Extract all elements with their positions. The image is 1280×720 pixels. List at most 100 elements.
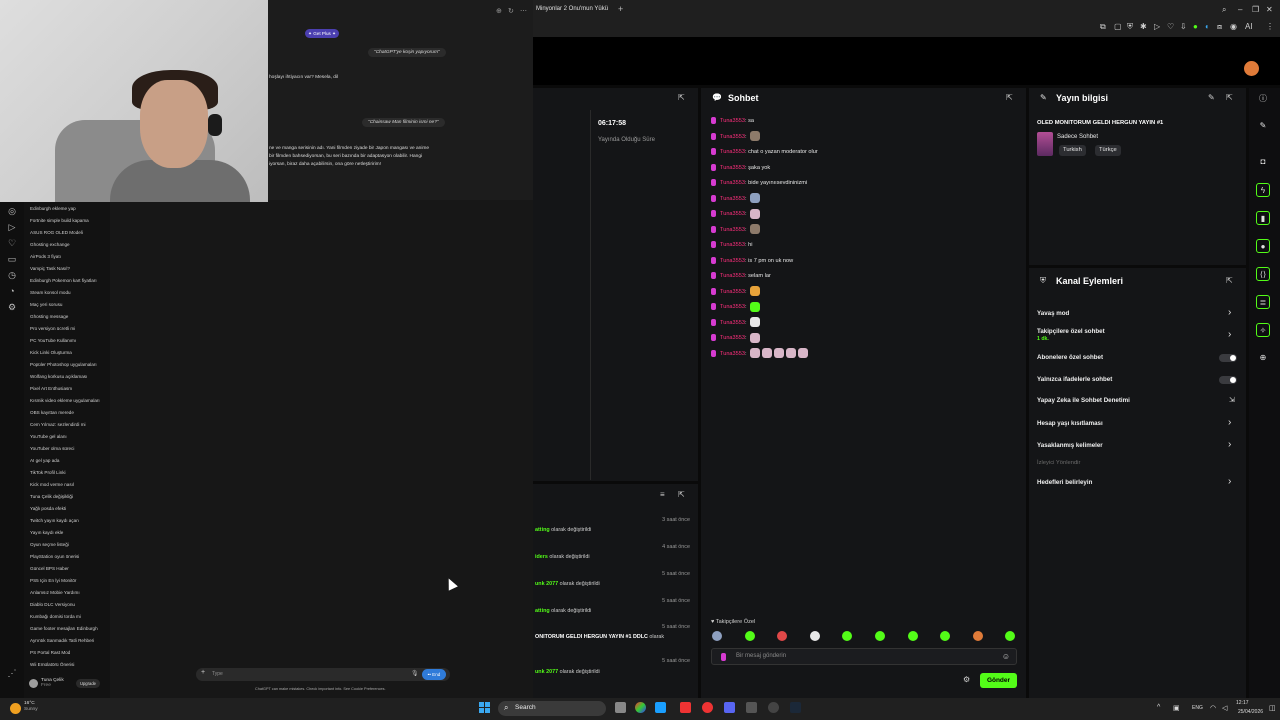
popout-icon[interactable]: ⇱	[1006, 93, 1013, 102]
clock-time[interactable]: 12:17	[1236, 700, 1249, 706]
chevron-right-icon[interactable]: ›	[1228, 439, 1231, 450]
banned-words-item[interactable]: Yasaklanmış kelimeler	[1037, 442, 1103, 449]
chat-history-item[interactable]: Kısmik video ekleme uygulamaları	[30, 398, 100, 403]
settings-icon[interactable]: ⚙	[6, 301, 18, 313]
chat-message[interactable]: Tuna3553: is 7 pm on uk now	[711, 255, 793, 267]
chat-username[interactable]: Tuna3553	[720, 211, 745, 217]
chat-history-item[interactable]: Fortnite simple build kapama	[30, 218, 89, 223]
chatgpt-logo-icon[interactable]: ◎	[6, 205, 18, 217]
chat-username[interactable]: Tuna3553	[720, 320, 745, 326]
chevron-right-icon[interactable]: ›	[1228, 307, 1231, 318]
history-icon[interactable]: ◷	[6, 269, 18, 281]
share-icon[interactable]: ⊕	[496, 7, 502, 15]
chat-history-item[interactable]: Kumbağı domisi torda mi	[30, 614, 81, 619]
screenshot-icon[interactable]: ▢	[1114, 22, 1122, 31]
chat-history-item[interactable]: Güncel BPS Haber	[30, 566, 69, 571]
chat-username[interactable]: Tuna3553	[720, 118, 745, 124]
emote-icon[interactable]	[972, 631, 983, 641]
emote-icon[interactable]	[762, 348, 773, 359]
emote-icon[interactable]	[750, 131, 761, 142]
translate-icon[interactable]: ✱	[1140, 22, 1147, 31]
get-plus-button[interactable]: ✦ Get Plus ✦	[305, 29, 339, 38]
heart-icon[interactable]: ♡	[6, 237, 18, 249]
clock-date[interactable]: 25/04/2026	[1238, 709, 1263, 715]
chat-username[interactable]: Tuna3553	[720, 289, 745, 295]
chat-history-item[interactable]: PS5 Için En İyi Monitör	[30, 578, 76, 583]
emote-icon[interactable]	[774, 348, 785, 359]
emote-icon[interactable]	[744, 631, 755, 641]
chevron-right-icon[interactable]: ›	[1228, 476, 1231, 487]
chat-message[interactable]: Tuna3553:	[711, 193, 761, 205]
library-icon[interactable]: ▭	[6, 253, 18, 265]
download-icon[interactable]: ⇩	[1180, 22, 1187, 31]
chat-history-item[interactable]: PC YouTube Kullanımı	[30, 338, 76, 343]
end-voice-button[interactable]: •• End	[422, 669, 446, 680]
chat-history-item[interactable]: Diablo DLC Versiyonu	[30, 602, 75, 607]
bell-icon[interactable]: ◔	[6, 285, 18, 297]
chat-history-item[interactable]: Wolfang korkusu açıklaması	[30, 374, 87, 379]
chat-username[interactable]: Tuna3553	[720, 149, 745, 155]
opera-icon[interactable]	[702, 702, 713, 713]
chat-composer[interactable]: + Type 🎙 •• End	[196, 668, 450, 681]
subscribers-only-toggle[interactable]	[1219, 354, 1237, 362]
chat-history-item[interactable]: Anlamsız Mobie Yardımı	[30, 590, 80, 595]
category-name[interactable]: Sadece Sohbet	[1057, 134, 1098, 140]
chat-history-item[interactable]: Cem Yılmaz: sezlendirdi mi	[30, 422, 86, 427]
external-link-icon[interactable]: ⇲	[1229, 396, 1235, 404]
notification-icon[interactable]: ◫	[1269, 704, 1276, 712]
chat-history-item[interactable]: OBS kayıttan merede	[30, 410, 74, 415]
chat-input-placeholder[interactable]: Bir mesaj gönderin	[736, 653, 786, 659]
chat-username[interactable]: Tuna3553	[720, 273, 745, 279]
category-thumbnail[interactable]	[1037, 132, 1053, 156]
lock-icon[interactable]: ▮	[1256, 211, 1270, 225]
chat-input[interactable]: Bir mesaj gönderin ☺	[711, 648, 1017, 665]
popout-icon[interactable]: ⇱	[1226, 276, 1233, 285]
tag-turkce[interactable]: Türkçe	[1095, 145, 1121, 156]
ai-icon[interactable]: AI	[1245, 22, 1253, 31]
chat-message[interactable]: Tuna3553:	[711, 224, 761, 236]
profile-icon[interactable]: ◉	[1230, 22, 1237, 31]
chat-history-item[interactable]: PlayStation oyun önerisi	[30, 554, 79, 559]
maximize-icon[interactable]: ❐	[1252, 5, 1259, 14]
composer-placeholder[interactable]: Type	[212, 671, 223, 677]
ai-moderation-item[interactable]: Yapay Zeka ile Sohbet Denetimi	[1037, 397, 1130, 404]
emote-icon[interactable]	[750, 193, 761, 204]
emote-icon[interactable]	[875, 631, 885, 641]
edit-icon[interactable]: ✎	[1208, 93, 1215, 102]
chat-history-item[interactable]: ASUS ROG OLED Modeli	[30, 230, 83, 235]
chat-username[interactable]: Tuna3553	[720, 304, 745, 310]
expand-icon[interactable]: ⋰	[6, 667, 18, 679]
kick-extension-icon[interactable]: ●	[1193, 22, 1198, 31]
emote-icon[interactable]	[798, 348, 809, 359]
chat-history-item[interactable]: Ghosting message	[30, 314, 68, 319]
chat-history-item[interactable]: Edinburgh Pokemon kart fiyatları	[30, 278, 97, 283]
taskbar-search[interactable]: ⌕ Search	[498, 701, 606, 716]
chat-message[interactable]: Tuna3553:	[711, 131, 761, 143]
chat-history-item[interactable]: YouTube gel alanı	[30, 434, 67, 439]
chat-message[interactable]: Tuna3553: şaka yok	[711, 162, 770, 174]
add-widget-icon[interactable]: ⊕	[1256, 351, 1270, 365]
chat-history-item[interactable]: Kick Linki Oluşturma	[30, 350, 72, 355]
emote-icon[interactable]	[712, 631, 722, 641]
chat-icon[interactable]: ●	[1256, 239, 1270, 253]
volume-icon[interactable]: ◁	[1222, 704, 1227, 712]
chat-settings-icon[interactable]: ⚙	[963, 675, 970, 684]
refresh-icon[interactable]: ↻	[508, 7, 514, 15]
emote-icon[interactable]	[750, 348, 761, 359]
emote-icon[interactable]	[750, 301, 761, 312]
attach-plus-icon[interactable]: +	[201, 669, 205, 676]
chat-history-item[interactable]: YouTuber olma süreci	[30, 446, 74, 451]
chat-history-item[interactable]: Wii Emülatörü Önerisi	[30, 662, 74, 667]
chat-history-item[interactable]: Pixel Art Enthusiasm	[30, 386, 72, 391]
emote-icon[interactable]	[750, 317, 761, 328]
lightning-icon[interactable]: ϟ	[1256, 183, 1270, 197]
chevron-right-icon[interactable]: ›	[1228, 329, 1231, 340]
avatar[interactable]	[29, 679, 38, 688]
chat-message[interactable]: Tuna3553: selam lar	[711, 270, 771, 282]
chat-message[interactable]: Tuna3553: chat o yazan moderator olur	[711, 146, 818, 158]
browser-icon[interactable]	[746, 702, 757, 713]
chat-history-item[interactable]: Yayın kaydı ekle	[30, 530, 63, 535]
bot-icon[interactable]: ◘	[1256, 155, 1270, 169]
new-tab-button[interactable]: +	[618, 4, 623, 14]
chat-history-item[interactable]: TikTok Profil Linki	[30, 470, 66, 475]
